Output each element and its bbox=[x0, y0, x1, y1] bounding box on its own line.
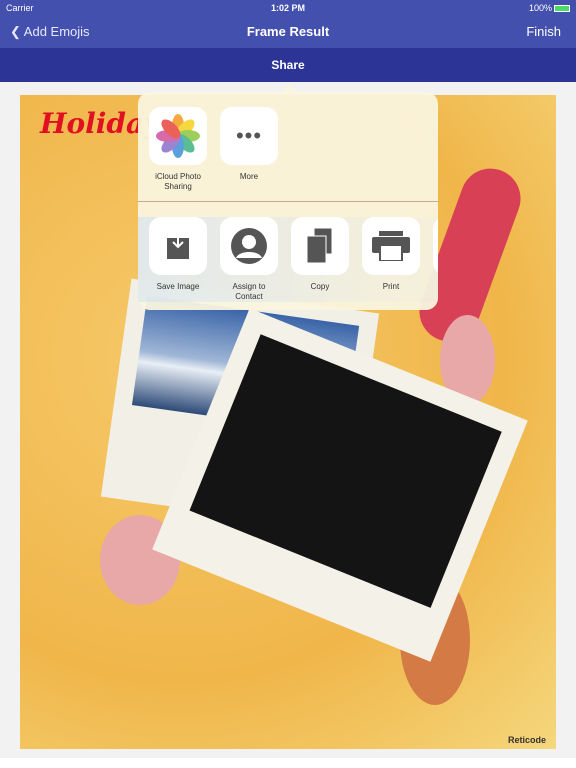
action-label: Assign to Contact bbox=[232, 282, 266, 301]
partial-icon bbox=[433, 217, 438, 275]
more-icon: ••• bbox=[220, 107, 278, 165]
copy-icon bbox=[291, 217, 349, 275]
share-app-label: iCloud Photo Sharing bbox=[155, 172, 201, 191]
action-print[interactable]: Print bbox=[362, 217, 420, 302]
page-title: Frame Result bbox=[246, 24, 330, 39]
action-assign-contact[interactable]: Assign to Contact bbox=[220, 217, 278, 302]
photos-icon bbox=[149, 107, 207, 165]
action-label: Copy bbox=[310, 282, 330, 291]
share-app-more[interactable]: ••• More bbox=[220, 107, 278, 192]
print-icon bbox=[362, 217, 420, 275]
action-label: Save Image bbox=[156, 282, 200, 291]
top-bar: Carrier 1:02 PM 100% ❮ Add Emojis Frame … bbox=[0, 0, 576, 48]
action-copy[interactable]: Copy bbox=[291, 217, 349, 302]
status-bar: Carrier 1:02 PM 100% bbox=[0, 0, 576, 16]
watermark: Reticode bbox=[507, 735, 546, 745]
action-save-image[interactable]: Save Image bbox=[149, 217, 207, 302]
contact-icon bbox=[220, 217, 278, 275]
bottom-area bbox=[0, 758, 576, 768]
share-app-label: More bbox=[239, 172, 259, 181]
share-button[interactable]: Share bbox=[0, 48, 576, 82]
nav-bar: ❮ Add Emojis Frame Result Finish bbox=[0, 16, 576, 48]
share-sheet: iCloud Photo Sharing ••• More Save Image… bbox=[138, 92, 438, 310]
share-app-icloud[interactable]: iCloud Photo Sharing bbox=[149, 107, 207, 192]
finish-button[interactable]: Finish bbox=[526, 24, 561, 39]
save-image-icon bbox=[149, 217, 207, 275]
time: 1:02 PM bbox=[270, 3, 305, 13]
action-partial[interactable]: Ad bbox=[433, 217, 438, 302]
divider bbox=[138, 201, 438, 202]
action-label: Print bbox=[382, 282, 400, 291]
